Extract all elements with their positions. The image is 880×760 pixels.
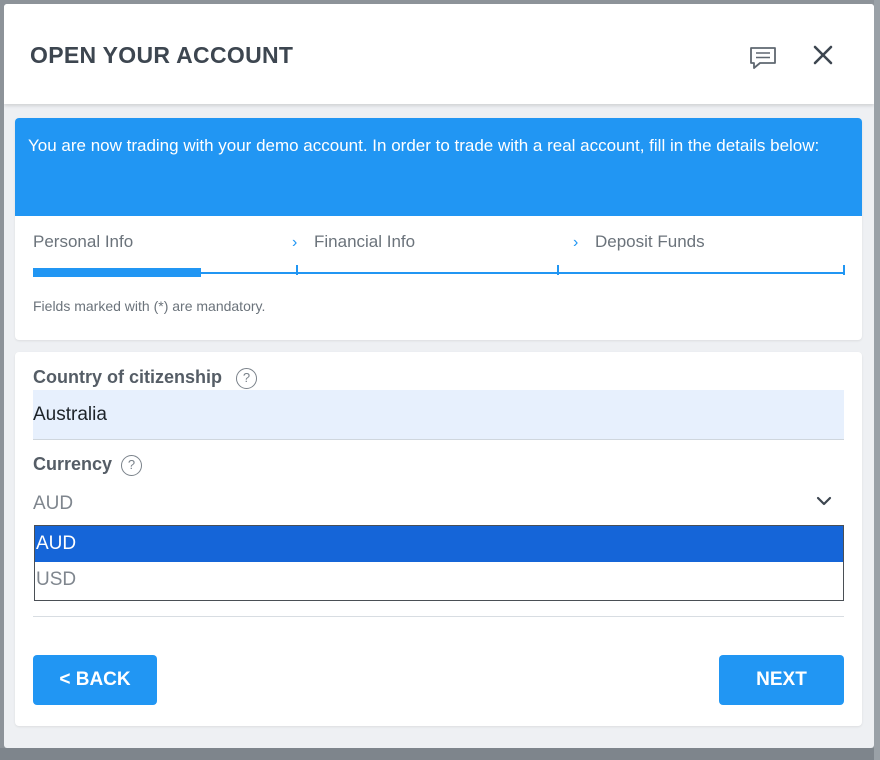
mandatory-note: Fields marked with (*) are mandatory. — [33, 298, 266, 314]
personal-info-form: Country of citizenship ? Australia Curre… — [15, 352, 862, 726]
open-account-modal: OPEN YOUR ACCOUNT You are now trading wi… — [4, 4, 874, 748]
demo-account-banner: You are now trading with your demo accou… — [15, 118, 862, 216]
back-button[interactable]: < BACK — [33, 655, 157, 705]
banner-text: You are now trading with your demo accou… — [28, 136, 820, 155]
country-value: Australia — [33, 403, 107, 425]
step-financial-info[interactable]: Financial Info — [314, 232, 415, 252]
country-field[interactable]: Australia — [33, 390, 844, 440]
currency-dropdown-list: AUD USD — [34, 525, 844, 601]
currency-option-aud[interactable]: AUD — [35, 526, 843, 562]
next-button[interactable]: NEXT — [719, 655, 844, 705]
chevron-down-icon[interactable] — [813, 490, 835, 512]
country-label: Country of citizenship — [33, 367, 222, 387]
modal-header: OPEN YOUR ACCOUNT — [4, 4, 874, 104]
chevron-right-icon: › — [573, 234, 579, 251]
currency-option-usd[interactable]: USD — [35, 562, 843, 598]
step-personal-info[interactable]: Personal Info — [33, 232, 133, 252]
backdrop-strip-bottom — [0, 748, 880, 760]
chevron-right-icon: › — [292, 234, 298, 251]
step-divider — [296, 265, 298, 275]
step-divider — [843, 265, 845, 275]
chat-icon[interactable] — [748, 42, 778, 72]
step-divider — [557, 265, 559, 275]
currency-select[interactable]: AUD — [33, 486, 844, 522]
steps-progress-active — [33, 268, 201, 277]
help-icon[interactable]: ? — [121, 455, 142, 476]
form-divider — [33, 616, 844, 617]
currency-value: AUD — [33, 493, 74, 514]
modal-title: OPEN YOUR ACCOUNT — [30, 42, 294, 68]
steps-card: You are now trading with your demo accou… — [15, 118, 862, 340]
step-deposit-funds[interactable]: Deposit Funds — [595, 232, 705, 252]
help-icon[interactable]: ? — [236, 368, 257, 389]
close-icon[interactable] — [808, 40, 838, 70]
backdrop-strip-right — [874, 0, 880, 760]
currency-label: Currency — [33, 454, 113, 474]
